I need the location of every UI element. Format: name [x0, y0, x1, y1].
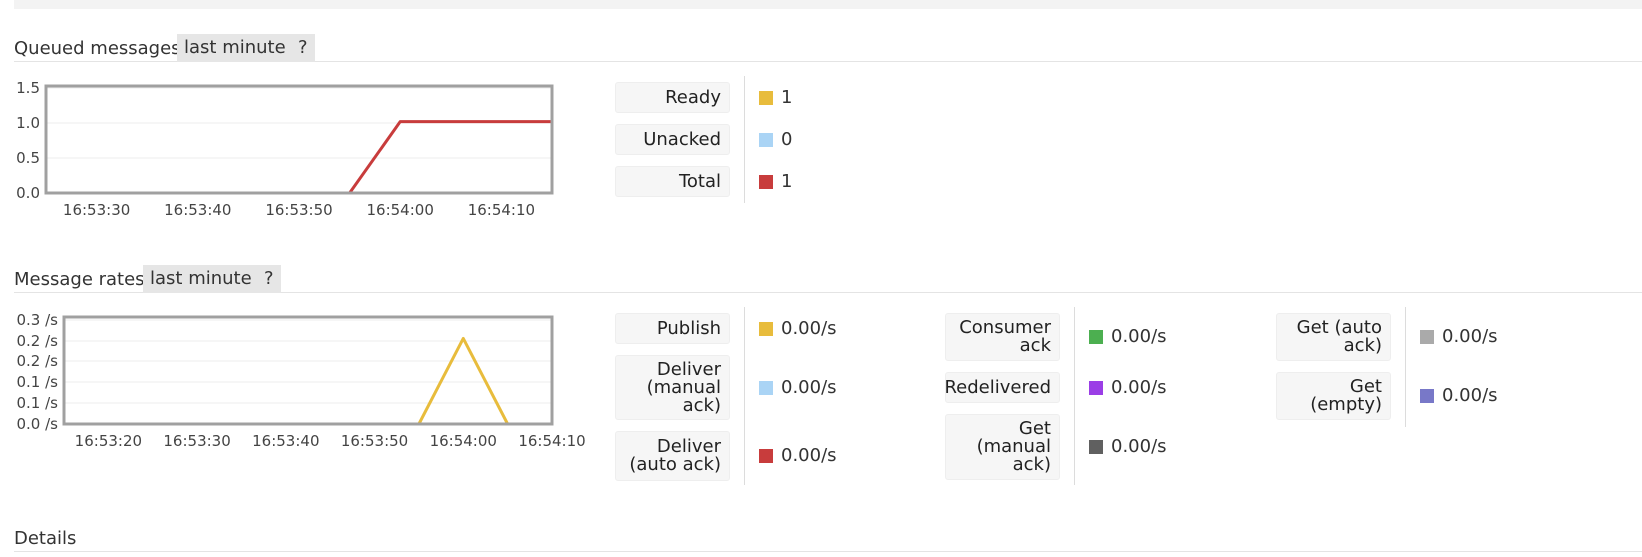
rates-col1-legend-swatch: [759, 449, 773, 463]
rates-col3-legend-value: 0.00/s: [1442, 385, 1498, 406]
rates-col1-legend-label-line: Deliver: [656, 358, 721, 380]
rates-x-tick-label: 16:54:10: [518, 432, 585, 450]
rates-col2-legend-value: 0.00/s: [1111, 376, 1167, 398]
rates-col2-legend-swatch: [1089, 440, 1103, 454]
rates-y-tick-label: 0.1 /s: [17, 394, 59, 412]
queued-legend-value: 0: [781, 128, 793, 150]
rates-col2-legend-label-text: Redelivered: [944, 376, 1051, 398]
rates-col1-legend-label-text: Publish: [656, 317, 721, 339]
rates-col3-legend-label: Get (auto ack): [1276, 313, 1391, 361]
rates-col3-legend-value: 0.00/s: [1442, 326, 1498, 347]
queued-legend-value: 1: [781, 170, 793, 192]
queued-legend-label-line: Ready: [665, 86, 721, 108]
rates-x-tick-label: 16:53:20: [75, 432, 142, 450]
rates-col2-legend-label-text: Consumer ack: [959, 319, 1051, 355]
queued-legend-label-line: Unacked: [643, 128, 721, 150]
rates-series-publish: [64, 336, 552, 426]
rates-col1-legend-label: Deliver (auto ack): [615, 431, 730, 481]
rates-col2-legend-value: 0.00/s: [1111, 436, 1167, 457]
rates-col3-legend-label-line: (empty): [1310, 394, 1382, 415]
rates-col3-legend-label-text: Get (auto ack): [1297, 319, 1382, 355]
rates-col2-legend-value: 0.00/s: [1111, 326, 1167, 347]
rates-y-tick-label: 0.0 /s: [17, 415, 59, 433]
rates-x-tick-label: 16:53:40: [252, 432, 319, 450]
rates-col2-legend-label: Consumer ack: [945, 313, 1060, 361]
rates-legend-divider-3: [1405, 307, 1406, 427]
rates-col3-legend-swatch: [1420, 330, 1434, 344]
rates-col3-legend-label-line: ack): [1343, 335, 1382, 356]
rates-col1-legend-value: 0.00/s: [781, 445, 837, 466]
rates-col1-legend-label-text: Deliver (manual ack): [646, 358, 721, 416]
rates-col2-legend-swatch: [1089, 380, 1103, 395]
rates-col1-legend-label-line: (auto ack): [629, 454, 721, 475]
rates-y-tick-label: 0.1 /s: [17, 373, 59, 391]
rates-x-tick-label: 16:53:50: [341, 432, 408, 450]
queued-legend-swatch: [759, 90, 773, 105]
rates-y-tick-label: 0.2 /s: [17, 352, 59, 370]
rates-legend-divider-1: [744, 307, 745, 485]
rates-col1-legend-label-line: Publish: [656, 317, 721, 339]
rates-col1-legend-label: Deliver (manual ack): [615, 355, 730, 420]
rates-x-tick-label: 16:53:30: [163, 432, 230, 450]
queued-legend-label-text: Unacked: [643, 128, 721, 150]
queued-legend-label-text: Ready: [665, 86, 721, 108]
rates-col3-legend-label: Get (empty): [1276, 372, 1391, 420]
rates-col2-legend-swatch: [1089, 330, 1103, 344]
rates-col3-legend-swatch: [1420, 389, 1434, 403]
queued-legend-value: 1: [781, 86, 793, 108]
details-divider: [14, 551, 1642, 552]
rates-col2-legend-label: Redelivered: [944, 372, 1060, 403]
message-rates-chart: 0.0 /s 0.1 /s 0.1 /s 0.2 /s 0.2 /s 0.3 /s 16:5…: [17, 311, 586, 450]
rates-col2-legend-label-text: Get (manual ack): [977, 420, 1051, 474]
queued-legend-swatch: [759, 132, 773, 147]
queued-legend-label: Unacked: [615, 124, 730, 155]
rates-col2-legend-label-line: ack): [1012, 454, 1051, 475]
rates-y-tick-label: 0.2 /s: [17, 332, 59, 350]
details-heading: Details: [14, 528, 77, 549]
queued-legend-divider: [744, 76, 745, 203]
rates-col1-legend-label-line: ack): [682, 394, 721, 416]
rates-col2-legend-label: Get (manual ack): [945, 414, 1060, 480]
rates-col2-legend-label-line: ack: [1019, 335, 1051, 356]
rates-col1-legend-value: 0.00/s: [781, 317, 837, 339]
rates-col1-legend-label-line: (manual: [646, 376, 721, 398]
queued-legend-label-line: Total: [678, 170, 721, 192]
rates-col3-legend-label-text: Get (empty): [1310, 378, 1382, 414]
queued-legend-label: Ready: [615, 82, 730, 113]
queued-legend-swatch: [759, 174, 773, 189]
rates-x-tick-label: 16:54:00: [430, 432, 497, 450]
rates-col1-legend-label-text: Deliver (auto ack): [629, 438, 721, 474]
rates-col1-legend-swatch: [759, 380, 773, 395]
queued-legend-label: Total: [615, 166, 730, 197]
queued-legend-label-text: Total: [678, 170, 721, 192]
rates-col1-legend-label: Publish: [615, 313, 730, 344]
rates-col1-legend-value: 0.00/s: [781, 376, 837, 398]
rates-col2-legend-label-line: Redelivered: [944, 376, 1051, 398]
rates-legend-divider-2: [1074, 307, 1075, 485]
rates-y-tick-label: 0.3 /s: [17, 311, 59, 329]
rates-col1-legend-swatch: [759, 321, 773, 336]
